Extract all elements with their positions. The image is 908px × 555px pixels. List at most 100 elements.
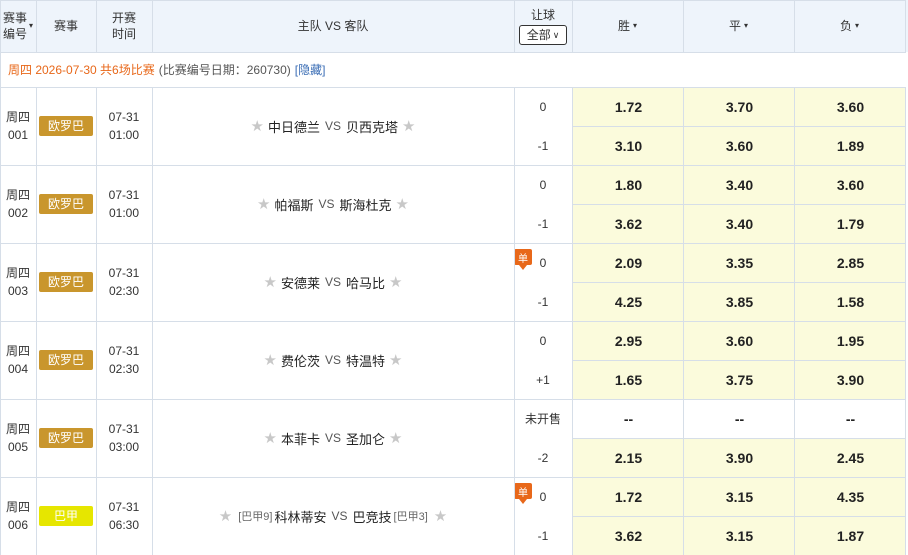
- league-cell: 巴甲: [36, 477, 96, 555]
- odds-draw-button[interactable]: 3.40: [684, 165, 795, 204]
- match-no: 周四 001: [0, 87, 36, 165]
- odds-win-button[interactable]: 1.80: [573, 165, 684, 204]
- league-badge[interactable]: 欧罗巴: [39, 116, 93, 136]
- away-team[interactable]: 贝西克塔: [346, 117, 398, 136]
- away-team[interactable]: 特温特: [346, 351, 385, 370]
- chevron-down-icon: ▾: [29, 21, 34, 30]
- odds-lose-button[interactable]: 1.87: [795, 516, 906, 555]
- star-icon[interactable]: ★: [251, 117, 264, 135]
- odds-win-button[interactable]: 3.10: [573, 126, 684, 165]
- odds-lose-button[interactable]: 1.95: [795, 321, 906, 360]
- odds-win-button[interactable]: 1.65: [573, 360, 684, 399]
- star-icon[interactable]: ★: [264, 351, 277, 369]
- vs-label: VS: [324, 119, 341, 133]
- odds-win-button[interactable]: 1.72: [573, 87, 684, 126]
- odds-lose-button[interactable]: 2.85: [795, 243, 906, 282]
- odds-lose-button[interactable]: 1.58: [795, 282, 906, 321]
- star-icon[interactable]: ★: [389, 351, 402, 369]
- handicap-filter-select[interactable]: 全部 ∨: [519, 25, 567, 45]
- away-team[interactable]: 哈马比: [346, 273, 385, 292]
- home-team[interactable]: 本菲卡: [281, 429, 320, 448]
- odds-win-button[interactable]: 1.72: [573, 477, 684, 516]
- league-cell: 欧罗巴: [36, 165, 96, 243]
- home-team[interactable]: 费伦茨: [281, 351, 320, 370]
- match-no-header[interactable]: 赛事 编号 ▾: [0, 0, 36, 52]
- win-sort-header[interactable]: 胜 ▾: [572, 0, 683, 52]
- star-icon[interactable]: ★: [396, 195, 409, 213]
- odds-draw-button[interactable]: 3.40: [684, 204, 795, 243]
- league-badge[interactable]: 欧罗巴: [39, 194, 93, 214]
- kickoff-time: 07-31 06:30: [96, 477, 152, 555]
- star-icon[interactable]: ★: [389, 273, 402, 291]
- grid-line: [0, 243, 906, 244]
- odds-draw-button: --: [684, 399, 795, 438]
- grid-line: [572, 0, 573, 52]
- odds-lose-button[interactable]: 3.60: [795, 165, 906, 204]
- kickoff-time: 07-31 02:30: [96, 243, 152, 321]
- home-team[interactable]: 帕福斯: [274, 195, 313, 214]
- odds-lose-button[interactable]: 1.89: [795, 126, 906, 165]
- odds-draw-button[interactable]: 3.70: [684, 87, 795, 126]
- star-icon[interactable]: ★: [219, 507, 232, 525]
- league-badge[interactable]: 巴甲: [39, 506, 93, 526]
- home-team[interactable]: 安德莱: [281, 273, 320, 292]
- away-team[interactable]: 圣加仑: [346, 429, 385, 448]
- kickoff-date: 07-31: [108, 500, 140, 514]
- league-badge[interactable]: 欧罗巴: [39, 428, 93, 448]
- odds-draw-button[interactable]: 3.15: [684, 477, 795, 516]
- sort-arrow-icon: ▾: [855, 21, 860, 30]
- away-team[interactable]: 斯海杜克: [340, 195, 392, 214]
- league-badge[interactable]: 欧罗巴: [39, 350, 93, 370]
- star-icon[interactable]: ★: [389, 429, 402, 447]
- odds-draw-button[interactable]: 3.35: [684, 243, 795, 282]
- odds-win-button[interactable]: 3.62: [573, 516, 684, 555]
- grid-line: [0, 399, 906, 400]
- odds-win-button[interactable]: 2.15: [573, 438, 684, 477]
- match-day: 周四: [5, 344, 30, 358]
- star-icon[interactable]: ★: [264, 273, 277, 291]
- odds-draw-button[interactable]: 3.60: [684, 126, 795, 165]
- handicap-value: -1: [537, 294, 549, 309]
- odds-win-button[interactable]: 2.09: [573, 243, 684, 282]
- match-day: 周四: [5, 500, 30, 514]
- home-rank: [巴甲9]: [238, 511, 273, 523]
- match-day: 周四: [5, 266, 30, 280]
- grid-line: [0, 0, 906, 1]
- odds-draw-button[interactable]: 3.15: [684, 516, 795, 555]
- odds-win-button[interactable]: 4.25: [573, 282, 684, 321]
- grid-line: [514, 0, 515, 52]
- odds-draw-button[interactable]: 3.75: [684, 360, 795, 399]
- odds-lose-button[interactable]: 3.90: [795, 360, 906, 399]
- grid-line: [96, 0, 97, 52]
- match-num: 004: [7, 362, 29, 376]
- star-icon[interactable]: ★: [257, 195, 270, 213]
- odds-win-button[interactable]: 2.95: [573, 321, 684, 360]
- odds-lose-button[interactable]: 2.45: [795, 438, 906, 477]
- star-icon[interactable]: ★: [264, 429, 277, 447]
- match-num: 005: [7, 440, 29, 454]
- draw-sort-header[interactable]: 平 ▾: [683, 0, 794, 52]
- league-header: 赛事: [36, 0, 96, 52]
- star-icon[interactable]: ★: [402, 117, 415, 135]
- away-team[interactable]: 巴竞技: [353, 507, 392, 526]
- league-badge[interactable]: 欧罗巴: [39, 272, 93, 292]
- hide-group-link[interactable]: [隐藏]: [295, 61, 326, 78]
- kickoff-clock: 02:30: [108, 284, 140, 298]
- star-icon[interactable]: ★: [434, 507, 447, 525]
- odds-win-button[interactable]: 3.62: [573, 204, 684, 243]
- home-team[interactable]: 中日德兰: [268, 117, 320, 136]
- grid-line: [905, 0, 906, 52]
- time-header-label: 开赛: [111, 11, 136, 25]
- odds-lose-button[interactable]: 3.60: [795, 87, 906, 126]
- odds-draw-button[interactable]: 3.85: [684, 282, 795, 321]
- odds-lose-button[interactable]: 4.35: [795, 477, 906, 516]
- home-team[interactable]: 科林蒂安: [274, 507, 326, 526]
- handicap-header-label: 让球: [530, 8, 555, 22]
- kickoff-clock: 01:00: [108, 128, 140, 142]
- lose-sort-header[interactable]: 负 ▾: [794, 0, 905, 52]
- grid-line: [0, 321, 906, 322]
- odds-lose-button[interactable]: 1.79: [795, 204, 906, 243]
- match-no: 周四 002: [0, 165, 36, 243]
- odds-draw-button[interactable]: 3.60: [684, 321, 795, 360]
- odds-draw-button[interactable]: 3.90: [684, 438, 795, 477]
